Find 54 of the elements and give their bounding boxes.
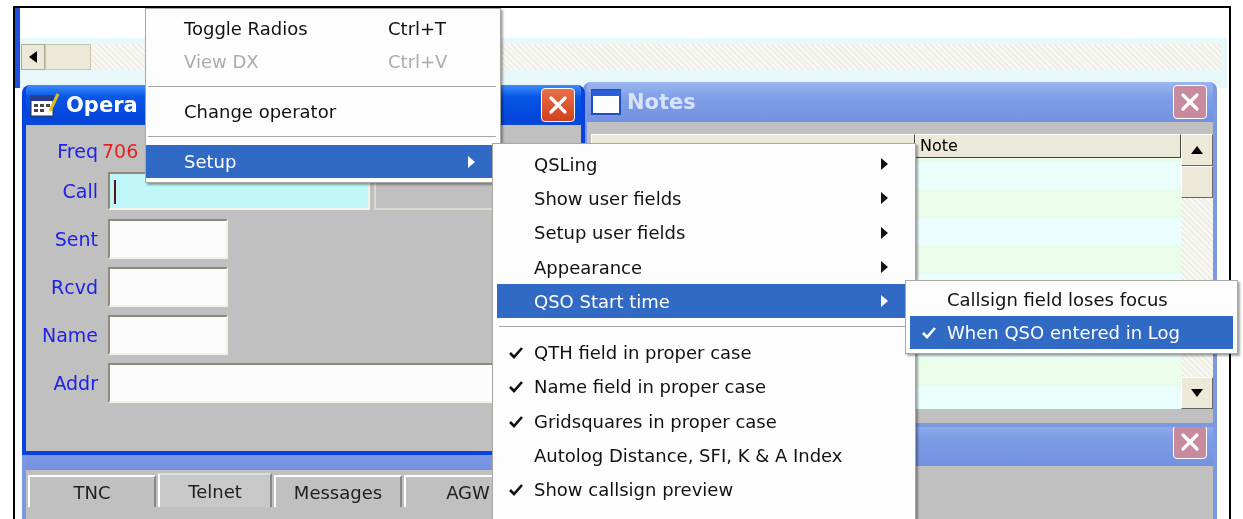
field-label: Rcvd: [50, 276, 98, 298]
input-field[interactable]: [108, 267, 228, 307]
input-field[interactable]: [108, 219, 228, 259]
field-label: Name: [40, 324, 98, 346]
submenu-arrow-icon: [468, 155, 475, 168]
scroll-down-button[interactable]: [1181, 377, 1213, 409]
submenu-arrow-icon: [881, 158, 888, 171]
submenu-arrow-icon: [881, 226, 888, 239]
menu-item[interactable]: Appearance: [497, 249, 911, 285]
menu-item[interactable]: Autolog Distance, SFI, K & A Index: [497, 438, 911, 473]
menu-item[interactable]: QSLing: [497, 147, 911, 182]
tab[interactable]: Messages: [274, 475, 402, 507]
up-arrow-icon: [1191, 146, 1203, 154]
field-label: Freq: [56, 139, 98, 162]
submenu-arrow-icon: [881, 261, 888, 274]
menu-item[interactable]: Gridsquares in proper case: [497, 404, 911, 439]
scroll-up-button[interactable]: [1181, 134, 1213, 166]
tab[interactable]: Telnet: [158, 473, 272, 507]
submenu-arrow-icon: [881, 295, 888, 308]
submenu-arrow-icon: [881, 192, 888, 205]
scroll-left-button[interactable]: [21, 44, 45, 70]
menu-item[interactable]: Change operator: [146, 95, 498, 128]
left-arrow-icon: [29, 51, 37, 63]
menu-item[interactable]: Toggle Radios Ctrl+T: [146, 12, 498, 45]
tab[interactable]: TNC: [28, 475, 156, 507]
column-header: Note: [915, 134, 1181, 158]
close-icon: [548, 95, 568, 115]
close-icon: [1180, 92, 1200, 112]
check-icon: [508, 380, 523, 394]
text-cursor: [114, 180, 116, 204]
close-button[interactable]: [1173, 85, 1207, 119]
menu-item[interactable]: When QSO entered in Log: [910, 316, 1233, 349]
close-icon: [1180, 432, 1200, 452]
input-field[interactable]: [108, 315, 228, 355]
check-icon: [508, 483, 523, 497]
calendar-icon: [30, 91, 60, 119]
close-button[interactable]: [1173, 425, 1207, 459]
check-icon: [921, 326, 936, 339]
field-label: Sent: [53, 228, 98, 250]
window-icon: [591, 89, 621, 115]
check-icon: [508, 414, 523, 428]
window-title: Opera: [66, 93, 138, 117]
menu-item[interactable]: Setup user fields: [497, 215, 911, 250]
frequency-value: 706: [102, 139, 139, 162]
scroll-thumb[interactable]: [45, 44, 91, 70]
check-icon: [508, 346, 523, 360]
field-label: Addr: [52, 372, 98, 394]
field-label: Call: [61, 180, 98, 202]
window-title: Notes: [627, 90, 696, 114]
down-arrow-icon: [1191, 389, 1203, 397]
menu-item[interactable]: Callsign field loses focus: [910, 283, 1233, 316]
close-button[interactable]: [541, 88, 575, 122]
menu-item[interactable]: Show user fields: [497, 181, 911, 216]
menu-item[interactable]: Name field in proper case: [497, 369, 911, 405]
